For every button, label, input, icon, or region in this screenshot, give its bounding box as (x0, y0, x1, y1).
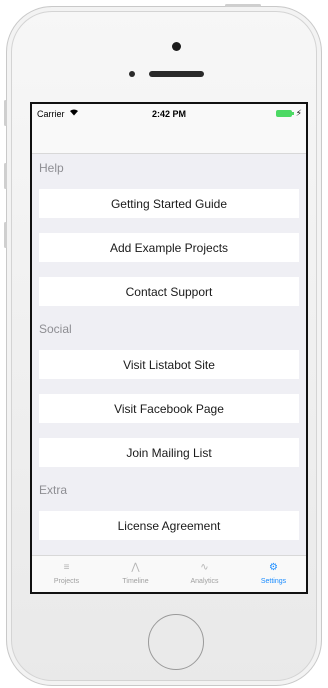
visit-facebook-page-row[interactable]: Visit Facebook Page (39, 394, 299, 423)
analytics-icon: ∿ (200, 562, 209, 573)
tab-timeline[interactable]: ⋀ Timeline (101, 556, 170, 592)
status-bar: Carrier 2:42 PM ⚡ (32, 104, 306, 124)
tab-bar: ≡ Projects ⋀ Timeline ∿ Analytics ⚙ Sett… (32, 555, 306, 592)
tab-label: Timeline (122, 578, 149, 585)
mute-switch[interactable] (4, 100, 7, 126)
screen: Carrier 2:42 PM ⚡ Help Getting Started G… (30, 102, 308, 594)
front-camera (172, 42, 181, 51)
home-button[interactable] (148, 614, 204, 670)
earpiece-speaker (149, 71, 204, 77)
section-header-help: Help (39, 161, 64, 175)
proximity-sensor (129, 71, 135, 77)
tab-label: Settings (260, 578, 287, 585)
license-agreement-row[interactable]: License Agreement (39, 511, 299, 540)
list-icon: ≡ (63, 562, 70, 573)
timeline-icon: ⋀ (131, 562, 140, 573)
getting-started-guide-row[interactable]: Getting Started Guide (39, 189, 299, 218)
tab-settings[interactable]: ⚙ Settings (239, 556, 306, 592)
volume-up-button[interactable] (4, 163, 7, 189)
section-header-social: Social (39, 322, 72, 336)
gear-icon: ⚙ (269, 562, 278, 573)
join-mailing-list-row[interactable]: Join Mailing List (39, 438, 299, 467)
charging-icon: ⚡ (295, 108, 302, 118)
battery-tip (292, 112, 294, 115)
navigation-bar (32, 124, 306, 154)
visit-listabot-site-row[interactable]: Visit Listabot Site (39, 350, 299, 379)
add-example-projects-row[interactable]: Add Example Projects (39, 233, 299, 262)
clock: 2:42 PM (151, 109, 186, 119)
section-header-extra: Extra (39, 483, 68, 497)
tab-label: Analytics (190, 578, 219, 585)
volume-down-button[interactable] (4, 222, 7, 248)
tab-analytics[interactable]: ∿ Analytics (170, 556, 239, 592)
battery-icon (276, 110, 292, 117)
tab-projects[interactable]: ≡ Projects (32, 556, 101, 592)
contact-support-row[interactable]: Contact Support (39, 277, 299, 306)
sleep-wake-button[interactable] (225, 4, 261, 7)
tab-label: Projects (53, 578, 80, 585)
